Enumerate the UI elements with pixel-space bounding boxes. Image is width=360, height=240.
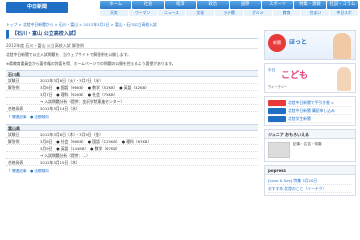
table-row: 試験日 2012年3月6日（火）・3月7日（水） xyxy=(6,77,258,84)
row-label xyxy=(6,152,40,158)
sidebar-section-junior: ジュニア おもろいえる 記事・広告・特集 xyxy=(264,129,356,162)
row-label: 解答例 xyxy=(8,139,20,144)
row-label: 試験日 xyxy=(8,132,20,137)
nav-item-editorial[interactable]: 社説・コラム xyxy=(326,1,358,9)
nav2-item[interactable]: 文化 xyxy=(186,10,215,16)
nav-item-politics[interactable]: 政治 xyxy=(197,1,229,9)
nav-item-home[interactable]: ホーム xyxy=(100,1,132,9)
region-header-ishikawa: 石川県 xyxy=(6,70,258,77)
popress-list: [Love & Sex] 特集 3月20日 おすすめ 北陸のこと（イーテク） xyxy=(265,175,355,195)
logo-text: 中日新聞 xyxy=(26,4,47,10)
section-title[interactable]: popress xyxy=(265,166,355,175)
ad-banner-kodomo[interactable]: 中日 こども ウィークリー xyxy=(264,63,356,93)
site-logo[interactable]: 中日新聞 xyxy=(6,2,68,13)
table-row: 3月9日 ● 英語（144KB） ● 数学（67KB） xyxy=(6,145,258,152)
sidebar-link[interactable]: 北陸学生新聞 xyxy=(268,115,352,123)
related-links[interactable]: ↑ 関連記事 ● 出題傾向 xyxy=(6,168,258,175)
sidebar-link-label: 北陸学生新聞 xyxy=(288,116,311,121)
row-label: 解答例 xyxy=(8,85,20,90)
label-badge xyxy=(268,116,286,122)
nav2-item[interactable]: ラテ欄 xyxy=(215,10,243,16)
table-row: 3月7日 ● 理科（92KB） ● 社会（75KB） xyxy=(6,91,258,98)
download-links[interactable]: 3月7日 ● 理科（92KB） ● 社会（75KB） xyxy=(40,91,258,97)
row-label: 合格発表 xyxy=(8,106,24,111)
nav2-item[interactable]: 中日スポ xyxy=(330,10,359,16)
sidebar-link-label: 北陸中日新聞 購読申し込み xyxy=(288,108,335,113)
label-badge xyxy=(268,100,286,106)
analysis-link[interactable]: → 入試問題分析（提供：…） xyxy=(40,152,258,158)
table-row: 解答例 3月8日 ● 社会（96KB） ● 国語（125KB） ● 理科（67K… xyxy=(6,138,258,145)
nav-item-economy[interactable]: 経済 xyxy=(164,1,197,9)
table-row: 試験日 2012年3月8日（木）・3月9日（金） xyxy=(6,131,258,138)
article-main: 【石川・富山 公立高校入試】 2012年度 石川・富山 公立高校入試 解答例 北… xyxy=(6,30,258,240)
nav-item-society[interactable]: 社会 xyxy=(132,1,164,9)
ad-title: ほっと xyxy=(289,39,308,46)
sidebar: 新聞 ほっと 中日 こども ウィークリー 北陸中日新聞で手引き書 > 北陸中日新… xyxy=(264,30,356,240)
ad-big-text: こども xyxy=(281,71,309,81)
ad-illustration xyxy=(333,33,351,59)
ad-illustration xyxy=(337,67,351,91)
nav2-item[interactable]: グルメ xyxy=(243,10,272,16)
ad-sub-text: ウィークリー xyxy=(268,85,288,89)
thumbnail-image[interactable] xyxy=(268,142,290,158)
site-header: 中日新聞 ホーム 社会 経済 政治 国際 スポーツ 特集・連載 社説・コラム 天… xyxy=(0,0,360,20)
sidebar-links: 北陸中日新聞で手引き書 > 北陸中日新聞 購読申し込み 北陸学生新聞 xyxy=(264,96,356,126)
breadcrumb[interactable]: トップ > 北陸中日新聞から > 石川・富山 > 2012年3月2日 > 富山・… xyxy=(6,22,256,28)
download-links[interactable]: 3月9日 ● 英語（144KB） ● 数学（67KB） xyxy=(40,145,258,151)
nav2-item[interactable]: 教育 xyxy=(272,10,301,16)
related-links[interactable]: ↑ 関連記事 ● 出題傾向 xyxy=(6,114,258,121)
nav-item-world[interactable]: 国際 xyxy=(229,1,261,9)
nav-item-features[interactable]: 特集・連載 xyxy=(294,1,326,9)
sidebar-link[interactable]: 北陸中日新聞 購読申し込み xyxy=(268,107,352,115)
table-row: 合格発表 2012年3月15日（木） xyxy=(6,159,258,166)
row-value: 2012年3月14日（水） xyxy=(40,106,80,111)
thumb-caption: 記事・広告・特集 xyxy=(293,142,322,146)
nav2-item[interactable]: 天気 xyxy=(100,10,128,16)
nav-item-sports[interactable]: スポーツ xyxy=(261,1,294,9)
region-header-toyama: 富山県 xyxy=(6,124,258,131)
row-label xyxy=(6,91,40,97)
row-label xyxy=(6,98,40,104)
row-value: 2012年3月15日（木） xyxy=(40,160,80,165)
sidebar-section-popress: popress [Love & Sex] 特集 3月20日 おすすめ 北陸のこと… xyxy=(264,165,356,196)
nav2-item[interactable]: ウーマン xyxy=(128,10,157,16)
popress-item[interactable]: [Love & Sex] 特集 3月20日 xyxy=(268,177,352,185)
article-note-2: ※県教育委員会から著作権の許諾を得、ホームページでの問題の公開を控えるよう要望が… xyxy=(6,61,176,66)
row-label: 合格発表 xyxy=(8,160,24,165)
label-badge xyxy=(268,108,286,114)
download-links[interactable]: 3月8日 ● 社会（96KB） ● 国語（125KB） ● 理科（67KB） xyxy=(40,138,258,144)
table-row: 合格発表 2012年3月14日（水） xyxy=(6,105,258,112)
download-links[interactable]: 3月6日 ● 国語（96KB） ● 数学（52KB） ● 英語（42KB） xyxy=(40,84,258,90)
row-value: 2012年3月6日（火）・3月7日（水） xyxy=(40,78,103,83)
ad-small-text: 中日 xyxy=(268,68,276,72)
table-row: 解答例 3月6日 ● 国語（96KB） ● 数学（52KB） ● 英語（42KB… xyxy=(6,84,258,91)
article-subtitle: 2012年度 石川・富山 公立高校入試 解答例 xyxy=(6,42,258,49)
primary-nav: ホーム 社会 経済 政治 国際 スポーツ 特集・連載 社説・コラム xyxy=(100,1,358,9)
popress-item[interactable]: おすすめ 北陸のこと（イーテク） xyxy=(268,185,352,193)
page-title: 【石川・富山 公立高校入試】 xyxy=(6,30,258,39)
section-title[interactable]: ジュニア おもろいえる xyxy=(265,130,355,139)
sidebar-link-label: 北陸中日新聞で手引き書 > xyxy=(288,100,335,105)
nav2-item[interactable]: ニュース xyxy=(157,10,186,16)
article-note: 北陸中日新聞で公立入試問題を、当ウェブサイトで解答例を公開します。 xyxy=(6,52,131,57)
row-label xyxy=(6,145,40,151)
row-value: 2012年3月8日（木）・3月9日（金） xyxy=(40,132,103,137)
thumb-row: 記事・広告・特集 xyxy=(265,139,355,161)
row-label: 試験日 xyxy=(8,78,20,83)
table-row: → 入試問題分析（提供：金沢学院東進センター） xyxy=(6,98,258,105)
ad-badge: 新聞 xyxy=(268,34,286,52)
ad-banner-hotweb[interactable]: 新聞 ほっと xyxy=(264,30,356,60)
sidebar-link[interactable]: 北陸中日新聞で手引き書 > xyxy=(268,99,352,107)
analysis-link[interactable]: → 入試問題分析（提供：金沢学院東進センター） xyxy=(40,98,258,104)
table-row: → 入試問題分析（提供：…） xyxy=(6,152,258,159)
nav2-item[interactable]: 住まい xyxy=(301,10,330,16)
secondary-nav: 天気 ウーマン ニュース 文化 ラテ欄 グルメ 教育 住まい 中日スポ xyxy=(100,10,359,16)
page: 中日新聞 ホーム 社会 経済 政治 国際 スポーツ 特集・連載 社説・コラム 天… xyxy=(0,0,360,240)
